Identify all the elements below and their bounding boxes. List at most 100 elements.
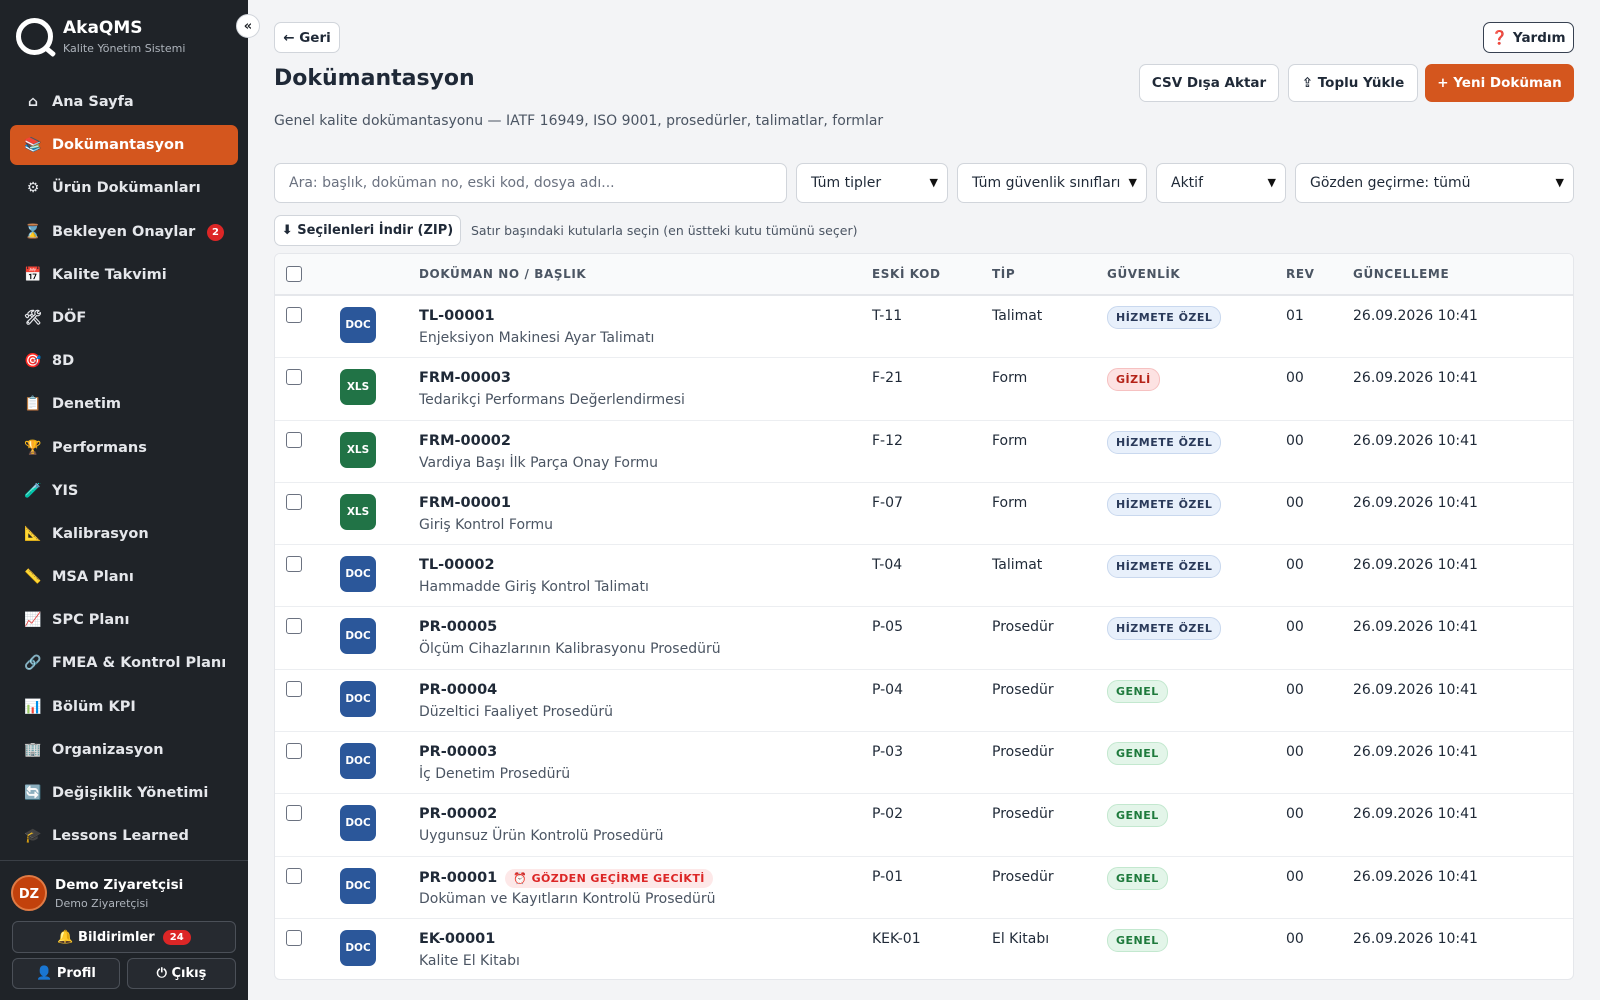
sidebar-item-15[interactable]: 🏢 Organizasyon <box>10 730 238 770</box>
type-cell: Talimat <box>992 308 1043 324</box>
doc-title[interactable]: Giriş Kontrol Formu <box>419 517 553 533</box>
review-filter-select[interactable]: Gözden geçirme: tümü ▼ <box>1295 163 1574 203</box>
security-filter-select[interactable]: Tüm güvenlik sınıfları ▼ <box>957 163 1147 203</box>
doc-number-cell[interactable]: EK-00001 <box>419 931 495 947</box>
updated-cell: 26.09.2026 10:41 <box>1353 308 1478 324</box>
csv-export-button[interactable]: CSV Dışa Aktar <box>1139 64 1279 102</box>
table-row[interactable]: DOC TL-00002 Hammadde Giriş Kontrol Talima… <box>275 545 1573 608</box>
sidebar-collapse-button[interactable]: « <box>236 14 260 38</box>
doc-number-cell[interactable]: PR-00002 <box>419 806 497 822</box>
sidebar-item-0[interactable]: ⌂ Ana Sayfa <box>10 82 238 122</box>
security-badge: GİZLİ <box>1107 368 1160 392</box>
table-row[interactable]: XLS FRM-00001 Giriş Kontrol Formu F-07 Form H… <box>275 483 1573 546</box>
doc-title[interactable]: İç Denetim Prosedürü <box>419 766 570 782</box>
doc-title[interactable]: Enjeksiyon Makinesi Ayar Talimatı <box>419 330 654 346</box>
sidebar-item-13[interactable]: 🔗 FMEA & Kontrol Planı <box>10 643 238 683</box>
doc-number-cell[interactable]: PR-00003 <box>419 744 497 760</box>
doc-number-cell[interactable]: PR-00005 <box>419 619 497 635</box>
row-checkbox[interactable] <box>286 929 302 946</box>
column-header-old-code[interactable]: ESKİ KOD <box>872 267 941 281</box>
row-checkbox[interactable] <box>286 618 302 635</box>
table-row[interactable]: DOC TL-00001 Enjeksiyon Makinesi Ayar Tali… <box>275 296 1573 359</box>
column-header-doc[interactable]: DOKÜMAN NO / BAŞLIK <box>419 267 586 281</box>
back-button[interactable]: ← Geri <box>274 22 340 53</box>
sidebar-item-4[interactable]: 📅 Kalite Takvimi <box>10 255 238 295</box>
sidebar-item-11[interactable]: 📏 MSA Planı <box>10 557 238 597</box>
doc-number-cell[interactable]: FRM-00001 <box>419 495 511 511</box>
rev-cell: 00 <box>1286 868 1304 885</box>
old-code-cell: P-03 <box>872 744 904 761</box>
column-header-rev[interactable]: REV <box>1286 267 1315 281</box>
sidebar-item-label: Ana Sayfa <box>52 94 134 110</box>
help-button[interactable]: ❓ Yardım <box>1483 22 1574 53</box>
type-filter-select[interactable]: Tüm tipler ▼ <box>796 163 948 203</box>
sidebar-item-14[interactable]: 📊 Bölüm KPI <box>10 687 238 727</box>
column-header-security[interactable]: GÜVENLİK <box>1107 267 1180 281</box>
logout-button[interactable]: ⏻ Çıkış <box>127 958 236 989</box>
sidebar-item-12[interactable]: 📈 SPC Planı <box>10 600 238 640</box>
sidebar-item-2[interactable]: ⚙ Ürün Dokümanları <box>10 168 238 208</box>
doc-title[interactable]: Doküman ve Kayıtların Kontrolü Prosedürü <box>419 891 716 907</box>
doc-number-cell[interactable]: FRM-00003 <box>419 370 511 386</box>
doc-number: TL-00002 <box>419 557 495 574</box>
sidebar-item-9[interactable]: 🧪 YIS <box>10 471 238 511</box>
type-filter-value: Tüm tipler <box>811 175 882 191</box>
doc-title[interactable]: Tedarikçi Performans Değerlendirmesi <box>419 392 685 408</box>
row-checkbox[interactable] <box>286 743 302 760</box>
table-row[interactable]: DOC PR-00002 Uygunsuz Ürün Kontrolü Prosed… <box>275 794 1573 857</box>
sidebar-footer: DZ Demo Ziyaretçisi Demo Ziyaretçisi 🔔 B… <box>0 860 248 989</box>
doc-title[interactable]: Hammadde Giriş Kontrol Talimatı <box>419 579 649 595</box>
sidebar-item-5[interactable]: 🛠 DÖF <box>10 298 238 338</box>
table-row[interactable]: DOC PR-00005 Ölçüm Cihazlarının Kalibrasyo… <box>275 607 1573 670</box>
sidebar-item-16[interactable]: 🔄 Değişiklik Yönetimi <box>10 773 238 813</box>
sidebar-item-10[interactable]: 📐 Kalibrasyon <box>10 514 238 554</box>
row-checkbox[interactable] <box>286 307 302 323</box>
sidebar-item-3[interactable]: ⌛ Bekleyen Onaylar 2 <box>10 212 238 252</box>
nav-icon: 🏢 <box>24 741 42 758</box>
sidebar-item-1[interactable]: 📚 Dokümantasyon <box>10 125 238 166</box>
row-checkbox[interactable] <box>286 680 302 697</box>
column-header-updated[interactable]: GÜNCELLEME <box>1353 267 1449 281</box>
doc-number-cell[interactable]: PR-00001 ⏰ GÖZDEN GEÇİRME GECİKTİ <box>419 868 713 888</box>
doc-number-cell[interactable]: PR-00004 <box>419 682 497 698</box>
row-checkbox[interactable] <box>286 805 302 822</box>
sidebar-item-6[interactable]: 🎯 8D <box>10 341 238 381</box>
old-code-cell: P-01 <box>872 868 904 885</box>
doc-title[interactable]: Düzeltici Faaliyet Prosedürü <box>419 704 613 720</box>
doc-number-cell[interactable]: TL-00001 <box>419 308 495 324</box>
doc-title[interactable]: Vardiya Başı İlk Parça Onay Formu <box>419 455 658 471</box>
notifications-button[interactable]: 🔔 Bildirimler 24 <box>12 921 236 953</box>
sidebar-item-17[interactable]: 🎓 Lessons Learned <box>10 816 238 856</box>
row-checkbox[interactable] <box>286 867 302 884</box>
new-document-button[interactable]: + Yeni Doküman <box>1425 64 1574 102</box>
profile-button[interactable]: 👤 Profil <box>12 958 120 989</box>
table-row[interactable]: DOC PR-00003 İç Denetim Prosedürü P-03 Prose… <box>275 732 1573 795</box>
doc-number-cell[interactable]: FRM-00002 <box>419 433 511 449</box>
nav-icon: 📈 <box>24 612 42 629</box>
row-checkbox[interactable] <box>286 556 302 573</box>
table-row[interactable]: DOC PR-00001 ⏰ GÖZDEN GEÇİRME GECİKTİ Doküm… <box>275 857 1573 919</box>
sidebar-item-8[interactable]: 🏆 Performans <box>10 428 238 468</box>
rev-cell: 00 <box>1286 494 1304 511</box>
table-row[interactable]: DOC PR-00004 Düzeltici Faaliyet Prosedürü P… <box>275 670 1573 733</box>
sidebar-item-7[interactable]: 📋 Denetim <box>10 384 238 424</box>
type-cell: Form <box>992 370 1028 387</box>
doc-title[interactable]: Ölçüm Cihazlarının Kalibrasyonu Prosedür… <box>419 641 721 657</box>
download-zip-button[interactable]: ⬇ Seçilenleri İndir (ZIP) <box>274 215 461 246</box>
security-badge: GENEL <box>1107 866 1168 890</box>
doc-title[interactable]: Kalite El Kitabı <box>419 953 520 969</box>
row-checkbox[interactable] <box>286 431 302 448</box>
row-checkbox[interactable] <box>286 493 302 510</box>
select-all-checkbox[interactable] <box>286 266 302 282</box>
bulk-upload-button[interactable]: ⇪ Toplu Yükle <box>1288 64 1418 102</box>
doc-number-cell[interactable]: TL-00002 <box>419 557 495 573</box>
table-row[interactable]: XLS FRM-00002 Vardiya Başı İlk Parça Onay … <box>275 421 1573 483</box>
status-filter-select[interactable]: Aktif ▼ <box>1156 163 1286 203</box>
doc-title[interactable]: Uygunsuz Ürün Kontrolü Prosedürü <box>419 828 663 844</box>
table-row[interactable]: DOC EK-00001 Kalite El Kitabı KEK-01 El Kita… <box>275 919 1573 979</box>
column-header-type[interactable]: TİP <box>992 267 1015 281</box>
search-input[interactable]: Ara: başlık, doküman no, eski kod, dosya… <box>274 163 787 203</box>
row-checkbox[interactable] <box>286 369 302 386</box>
brand[interactable]: AkaQMS Kalite Yönetim Sistemi <box>16 18 185 55</box>
table-row[interactable]: XLS FRM-00003 Tedarikçi Performans Değerle… <box>275 358 1573 421</box>
